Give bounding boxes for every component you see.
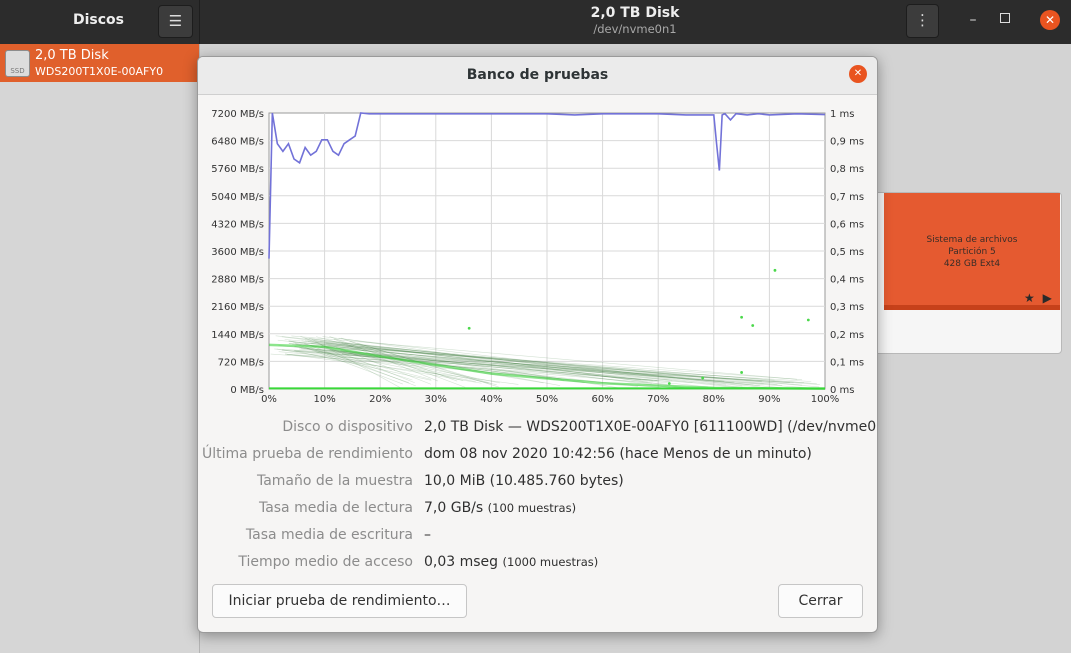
access-time-point [807, 319, 810, 322]
maximize-icon[interactable] [1000, 13, 1010, 23]
x-tick-label: 100% [811, 394, 840, 405]
partition-fs: Sistema de archivos [884, 234, 1060, 246]
y-left-tick-label: 4320 MB/s [211, 219, 264, 230]
dialog-header: Banco de pruebas ✕ [198, 57, 877, 95]
sidebar-item-disk[interactable]: SSD 2,0 TB Disk WDS200T1X0E-00AFY0 [0, 44, 199, 82]
title-bar: Discos ☰ 2,0 TB Disk /dev/nvme0n1 ⋮ – ✕ [0, 0, 1071, 44]
x-tick-label: 50% [536, 394, 558, 405]
label-access-time: Tiempo medio de acceso [198, 554, 413, 570]
x-tick-label: 10% [313, 394, 335, 405]
y-right-tick-label: 0,7 ms [830, 192, 864, 203]
x-tick-label: 40% [480, 394, 502, 405]
value-last-test: dom 08 nov 2020 10:42:56 (hace Menos de … [424, 446, 812, 462]
y-right-tick-label: 0,8 ms [830, 164, 864, 175]
y-left-tick-label: 3600 MB/s [211, 247, 264, 258]
access-time-point [751, 324, 754, 327]
value-last-test-text: dom 08 nov 2020 10:42:56 (hace Menos de … [424, 446, 812, 462]
y-right-tick-label: 0,9 ms [830, 137, 864, 148]
y-left-tick-label: 5040 MB/s [211, 192, 264, 203]
y-left-tick-label: 5760 MB/s [211, 164, 264, 175]
y-right-tick-label: 0,1 ms [830, 357, 864, 368]
y-left-tick-label: 7200 MB/s [211, 109, 264, 120]
access-time-point [774, 269, 777, 272]
x-tick-label: 20% [369, 394, 391, 405]
window-title: 2,0 TB Disk [500, 5, 770, 21]
benchmark-chart: 0 MB/s 720 MB/s 1440 MB/s 2160 MB/s 2880 MB/… [198, 94, 877, 419]
benchmark-dialog: Banco de pruebas ✕ 0 MB/s 720 MB/s 1440 MB… [197, 56, 878, 633]
start-benchmark-button[interactable]: Iniciar prueba de rendimiento… [212, 584, 467, 618]
y-left-tick-label: 2160 MB/s [211, 302, 264, 313]
close-button[interactable]: Cerrar [778, 584, 863, 618]
dialog-title: Banco de pruebas [198, 67, 877, 83]
access-time-point [740, 371, 743, 374]
label-write-rate: Tasa media de escritura [198, 527, 413, 543]
access-time-point [740, 316, 743, 319]
y-left-tick-label: 2880 MB/s [211, 275, 264, 286]
value-read-rate-text: 7,0 GB/s [424, 500, 483, 516]
value-access-time-text: 0,03 mseg [424, 554, 498, 570]
close-icon[interactable]: ✕ [1040, 10, 1060, 30]
sidebar-header: Discos ☰ [0, 0, 200, 44]
window-subtitle: /dev/nvme0n1 [500, 22, 770, 36]
sidebar-item-label: 2,0 TB Disk [35, 48, 109, 63]
access-time-point [701, 377, 704, 380]
y-left-tick-label: 1440 MB/s [211, 330, 264, 341]
partition-label: Sistema de archivos Partición 5 428 GB E… [884, 234, 1060, 270]
label-read-rate: Tasa media de lectura [198, 500, 413, 516]
value-write-rate: – [424, 527, 431, 543]
label-last-test: Última prueba de rendimiento [198, 446, 413, 462]
sidebar-item-model: WDS200T1X0E-00AFY0 [35, 65, 163, 78]
label-sample-size: Tamaño de la muestra [198, 473, 413, 489]
close-icon[interactable]: ✕ [849, 65, 867, 83]
y-right-tick-label: 0,5 ms [830, 247, 864, 258]
hamburger-icon[interactable]: ☰ [158, 5, 193, 38]
sidebar: SSD 2,0 TB Disk WDS200T1X0E-00AFY0 [0, 44, 200, 653]
y-right-tick-label: 0,6 ms [830, 219, 864, 230]
y-right-tick-label: 1 ms [830, 109, 855, 120]
x-tick-label: 80% [703, 394, 725, 405]
x-tick-label: 70% [647, 394, 669, 405]
value-read-rate-note: (100 muestras) [488, 501, 576, 515]
partition-icons: ★ ▶ [1024, 291, 1054, 305]
partition-name: Partición 5 [884, 246, 1060, 258]
value-access-time-note: (1000 muestras) [503, 555, 599, 569]
value-sample-size-text: 10,0 MiB (10.485.760 bytes) [424, 473, 624, 489]
value-sample-size: 10,0 MiB (10.485.760 bytes) [424, 473, 624, 489]
label-device: Disco o dispositivo [198, 419, 413, 435]
y-right-tick-label: 0,4 ms [830, 275, 864, 286]
vertical-dots-icon[interactable]: ⋮ [906, 4, 939, 38]
x-tick-label: 30% [425, 394, 447, 405]
partition-stripe [884, 305, 1060, 310]
x-tick-label: 60% [591, 394, 613, 405]
y-left-tick-label: 6480 MB/s [211, 137, 264, 148]
value-write-rate-text: – [424, 527, 431, 543]
value-access-time: 0,03 mseg (1000 muestras) [424, 554, 598, 570]
x-tick-label: 0% [261, 394, 277, 405]
y-right-tick-label: 0,3 ms [830, 302, 864, 313]
access-time-point [668, 382, 671, 385]
y-left-tick-label: 0 MB/s [230, 385, 264, 396]
value-device-text: 2,0 TB Disk — WDS200T1X0E-00AFY0 [611100… [424, 419, 878, 435]
minimize-icon[interactable]: – [962, 9, 984, 31]
access-time-point [468, 327, 471, 330]
ssd-icon: SSD [5, 50, 30, 77]
x-tick-label: 90% [758, 394, 780, 405]
partition-size: 428 GB Ext4 [884, 258, 1060, 270]
y-left-tick-label: 720 MB/s [218, 357, 264, 368]
value-read-rate: 7,0 GB/s (100 muestras) [424, 500, 576, 516]
y-right-tick-label: 0,2 ms [830, 330, 864, 341]
value-device: 2,0 TB Disk — WDS200T1X0E-00AFY0 [611100… [424, 419, 878, 435]
